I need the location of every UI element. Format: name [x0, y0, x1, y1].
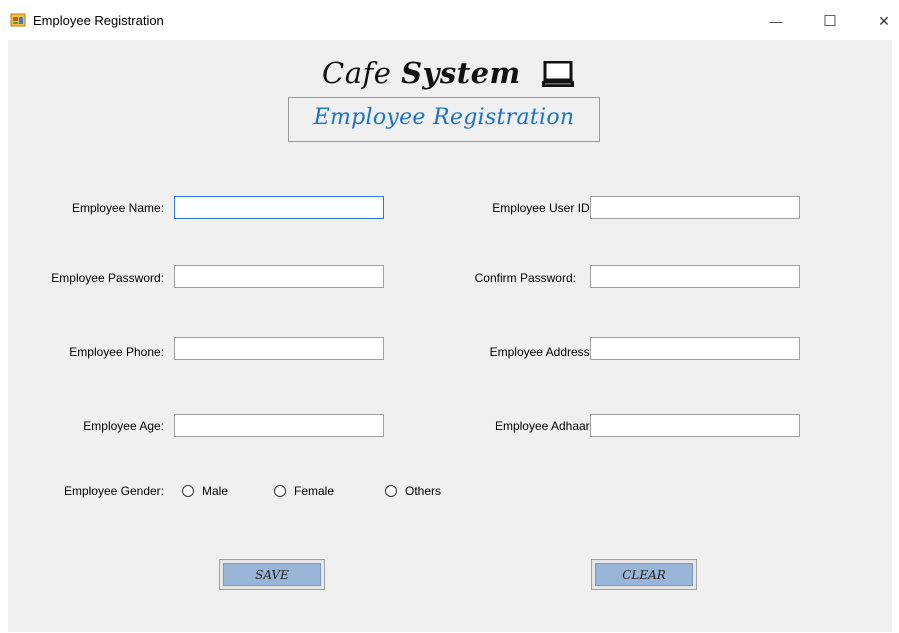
employee-phone-field[interactable]: [174, 337, 384, 360]
gender-female-radio[interactable]: Female: [274, 484, 334, 498]
gender-male-label: Male: [202, 484, 229, 498]
confirm-password-field[interactable]: [590, 265, 800, 288]
clear-button[interactable]: CLEAR: [591, 559, 697, 590]
form-area: Cafe System Employee Registration Employ…: [8, 40, 892, 632]
minimize-icon: —: [769, 13, 783, 29]
employee-adhaar-label: Employee Adhaar:: [494, 419, 593, 433]
employee-user-id-label: Employee User ID:: [492, 201, 593, 215]
heading-box: Employee Registration: [288, 97, 600, 142]
gender-female-label: Female: [294, 484, 335, 498]
brand-word-cafe: Cafe: [322, 56, 402, 90]
gender-male-radio[interactable]: Male: [182, 484, 228, 498]
app-form-icon: [10, 13, 26, 27]
save-button-label: SAVE: [223, 563, 321, 586]
maximize-button[interactable]: ☐: [815, 8, 845, 34]
brand-title: Cafe System: [322, 56, 521, 90]
employee-address-label: Employee Address:: [489, 345, 593, 359]
employee-age-field[interactable]: [174, 414, 384, 437]
close-icon: ✕: [878, 12, 890, 29]
title-bar: Employee Registration — ☐ ✕: [0, 0, 899, 40]
employee-name-label: Employee Name:: [71, 201, 164, 215]
save-button[interactable]: SAVE: [219, 559, 325, 590]
employee-age-label: Employee Age:: [83, 419, 164, 433]
employee-password-field[interactable]: [174, 265, 384, 288]
radio-circle-icon[interactable]: [385, 485, 397, 497]
window-title: Employee Registration: [33, 13, 164, 28]
close-button[interactable]: ✕: [869, 8, 899, 34]
gender-others-label: Others: [405, 484, 442, 498]
maximize-icon: ☐: [823, 13, 837, 30]
gender-others-radio[interactable]: Others: [385, 484, 441, 498]
clear-button-label: CLEAR: [595, 563, 693, 586]
radio-circle-icon[interactable]: [274, 485, 286, 497]
employee-phone-label: Employee Phone:: [69, 345, 164, 359]
employee-password-label: Employee Password:: [51, 271, 164, 285]
employee-adhaar-field[interactable]: [590, 414, 800, 437]
employee-address-field[interactable]: [590, 337, 800, 360]
employee-gender-label: Employee Gender:: [63, 484, 164, 498]
minimize-button[interactable]: —: [761, 8, 791, 34]
radio-circle-icon[interactable]: [182, 485, 194, 497]
employee-name-field[interactable]: [174, 196, 384, 219]
employee-user-id-field[interactable]: [590, 196, 800, 219]
confirm-password-label: Confirm Password:: [474, 271, 576, 285]
brand-word-system: System: [401, 56, 521, 90]
page-title: Employee Registration: [313, 105, 575, 130]
laptop-icon: [542, 61, 574, 87]
